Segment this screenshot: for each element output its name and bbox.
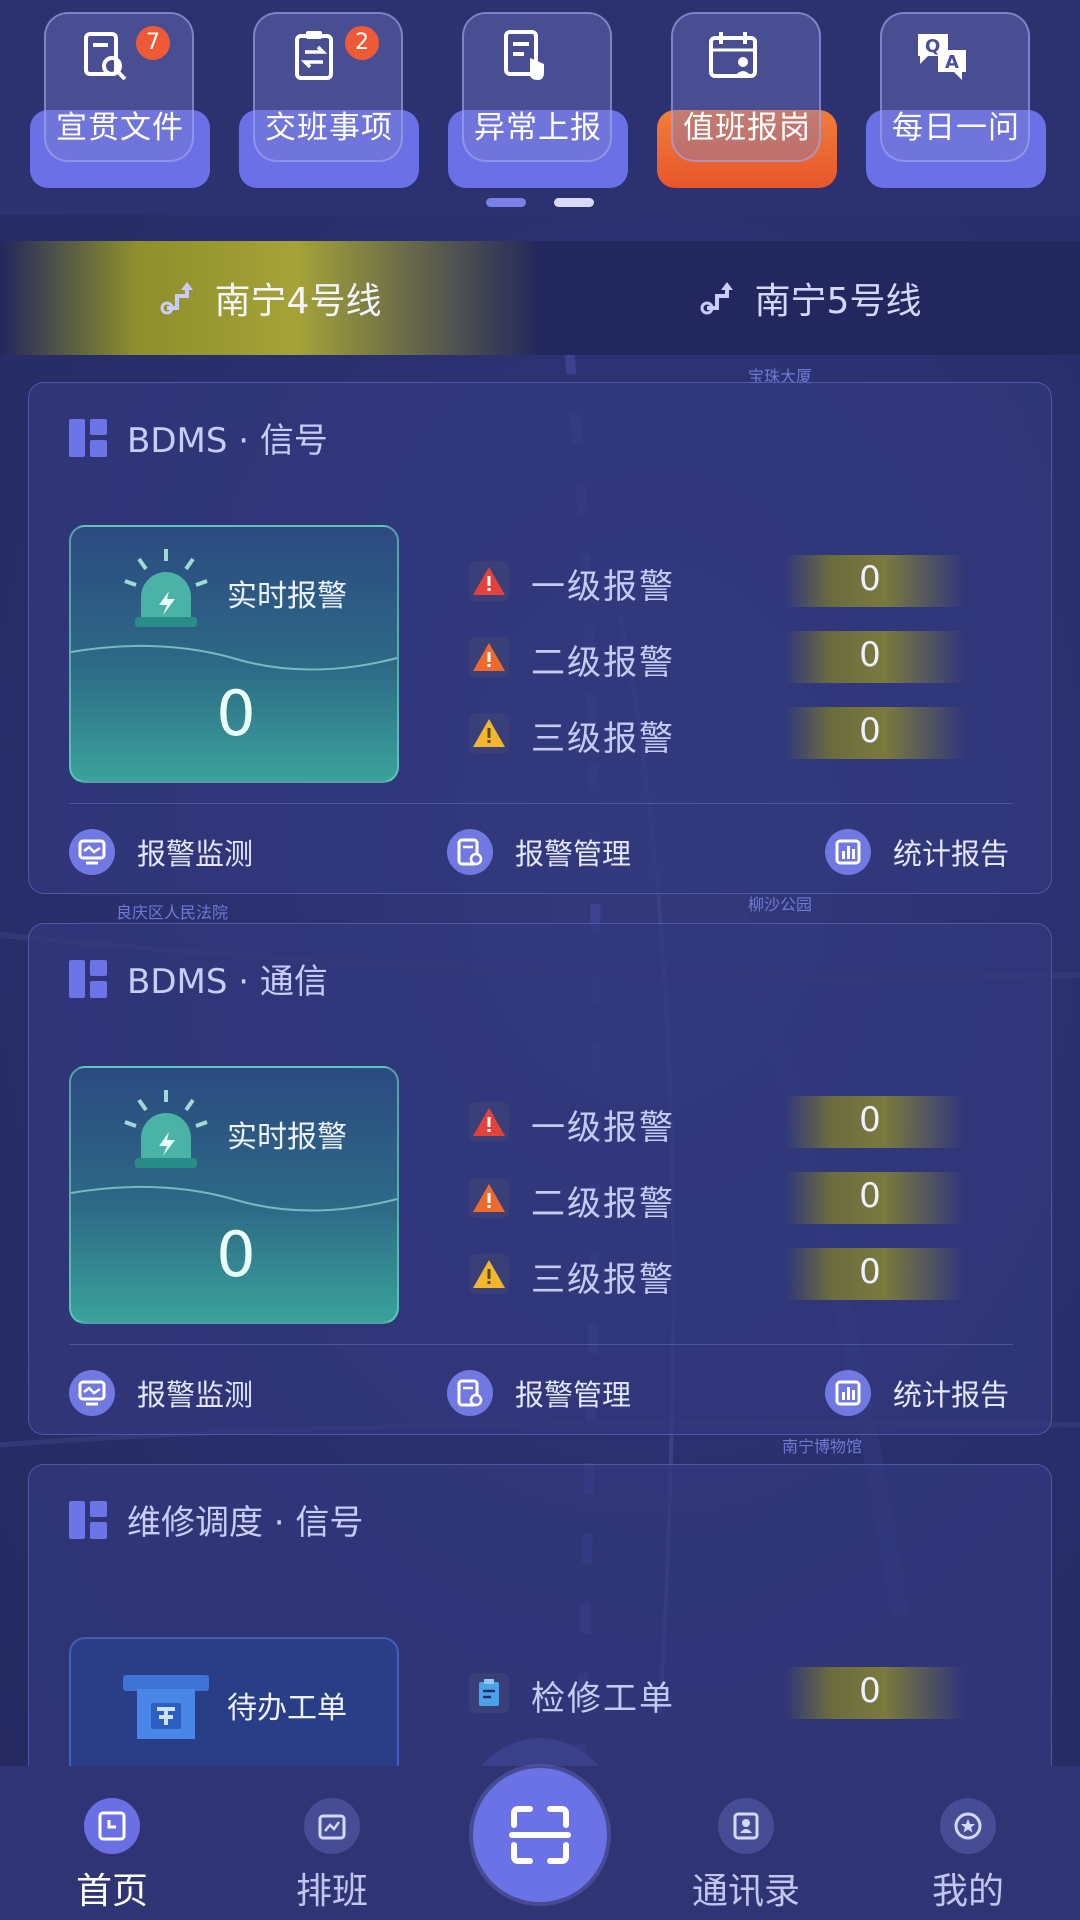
pending-work-order-label: 待办工单 bbox=[227, 1691, 347, 1726]
quick-action-daily-question[interactable]: Q A 每日一问 bbox=[866, 12, 1046, 188]
nav-profile[interactable]: 我的 bbox=[868, 1766, 1068, 1920]
alarm-management-button[interactable]: 报警管理 bbox=[447, 1362, 631, 1424]
alarm-level-count: 0 bbox=[859, 711, 881, 751]
tab-label: 南宁4号线 bbox=[214, 281, 382, 322]
nav-contacts[interactable]: 通讯录 bbox=[646, 1766, 846, 1920]
manage-doc-icon bbox=[447, 1370, 493, 1416]
quick-action-publicity-docs[interactable]: 7 宣贯文件 bbox=[30, 12, 210, 188]
quick-action-label: 值班报岗 bbox=[683, 110, 811, 146]
scan-button[interactable] bbox=[473, 1768, 607, 1902]
alarm-level-3-row[interactable]: 三级报警 0 bbox=[469, 703, 989, 763]
qa-bubble-icon: Q A bbox=[918, 34, 966, 80]
ticket-printer-icon bbox=[123, 1675, 209, 1739]
quick-actions-bar: 7 宣贯文件 2 交班事项 异常上报 值班报岗 Q A 每日一问 bbox=[0, 0, 1080, 215]
line-tabs: 南宁4号线 南宁5号线 bbox=[0, 241, 1080, 355]
card-title: 维修调度 · 信号 bbox=[127, 1503, 364, 1543]
warning-orange-icon bbox=[469, 637, 509, 677]
alarm-level-count: 0 bbox=[859, 559, 881, 599]
duty-calendar-icon bbox=[709, 32, 757, 78]
clipboard-swap-icon bbox=[295, 31, 333, 80]
alarm-level-label: 三级报警 bbox=[531, 719, 675, 759]
maintenance-order-count: 0 bbox=[859, 1671, 881, 1711]
contacts-icon bbox=[718, 1798, 774, 1854]
nav-schedule[interactable]: 排班 bbox=[232, 1766, 432, 1920]
alarm-level-2-row[interactable]: 二级报警 0 bbox=[469, 627, 989, 687]
tab-label: 南宁5号线 bbox=[754, 281, 922, 322]
svg-text:A: A bbox=[945, 52, 959, 73]
dashboard-grid-icon bbox=[69, 959, 107, 998]
tab-nanning-line-4[interactable]: 南宁4号线 bbox=[0, 241, 540, 355]
statistics-report-button[interactable]: 统计报告 bbox=[825, 1362, 1009, 1424]
notification-badge: 2 bbox=[345, 26, 379, 60]
warning-red-icon bbox=[469, 1102, 509, 1142]
route-icon bbox=[160, 282, 193, 315]
realtime-alarm-panel[interactable]: 实时报警 0 bbox=[69, 1066, 399, 1324]
profile-star-icon bbox=[940, 1798, 996, 1854]
bdms-signal-card: BDMS · 信号 实时报警 0 一级报警 0 二级报警 0 三级报警 0 报警… bbox=[28, 382, 1052, 894]
scan-icon bbox=[509, 1806, 571, 1864]
tab-nanning-line-5[interactable]: 南宁5号线 bbox=[540, 241, 1080, 355]
alarm-siren-icon bbox=[124, 549, 208, 627]
route-icon bbox=[700, 282, 733, 315]
statistics-report-button[interactable]: 统计报告 bbox=[825, 821, 1009, 883]
quick-action-anomaly-report[interactable]: 异常上报 bbox=[448, 12, 628, 188]
pager-dot bbox=[554, 198, 594, 207]
realtime-alarm-count: 0 bbox=[216, 1218, 256, 1291]
alarm-level-label: 一级报警 bbox=[531, 1108, 675, 1148]
notification-badge: 7 bbox=[136, 26, 170, 60]
realtime-alarm-count: 0 bbox=[216, 677, 256, 750]
realtime-alarm-label: 实时报警 bbox=[227, 579, 347, 614]
bar-chart-icon bbox=[825, 1370, 871, 1416]
alarm-level-count: 0 bbox=[859, 635, 881, 675]
quick-action-label: 异常上报 bbox=[474, 110, 602, 146]
map-label: 南宁博物馆 bbox=[782, 1437, 863, 1456]
nav-home[interactable]: 首页 bbox=[12, 1766, 212, 1920]
warning-yellow-icon bbox=[469, 713, 509, 753]
alarm-level-label: 一级报警 bbox=[531, 567, 675, 607]
card-title: BDMS · 信号 bbox=[127, 421, 328, 461]
alarm-level-3-row[interactable]: 三级报警 0 bbox=[469, 1244, 989, 1304]
dashboard-grid-icon bbox=[69, 418, 107, 457]
alarm-siren-icon bbox=[124, 1090, 208, 1168]
alarm-level-1-row[interactable]: 一级报警 0 bbox=[469, 1092, 989, 1152]
maintenance-order-row[interactable]: 检修工单 0 bbox=[469, 1663, 989, 1723]
realtime-alarm-label: 实时报警 bbox=[227, 1120, 347, 1155]
document-search-icon bbox=[84, 32, 127, 81]
alarm-management-button[interactable]: 报警管理 bbox=[447, 821, 631, 883]
manage-doc-icon bbox=[447, 829, 493, 875]
card-title: BDMS · 通信 bbox=[127, 962, 328, 1002]
schedule-chart-icon bbox=[304, 1798, 360, 1854]
monitor-icon bbox=[69, 1370, 115, 1416]
alarm-level-2-row[interactable]: 二级报警 0 bbox=[469, 1168, 989, 1228]
home-clock-icon bbox=[84, 1798, 140, 1854]
alarm-level-label: 三级报警 bbox=[531, 1260, 675, 1300]
map-label: 柳沙公园 bbox=[748, 895, 813, 914]
quick-action-label: 宣贯文件 bbox=[56, 110, 184, 146]
pager-dot-active bbox=[486, 198, 526, 207]
quick-action-label: 交班事项 bbox=[265, 110, 393, 146]
report-upload-icon bbox=[504, 30, 544, 80]
bar-chart-icon bbox=[825, 829, 871, 875]
warning-yellow-icon bbox=[469, 1254, 509, 1294]
warning-red-icon bbox=[469, 561, 509, 601]
quick-action-duty-check-in[interactable]: 值班报岗 bbox=[657, 12, 837, 188]
realtime-alarm-panel[interactable]: 实时报警 0 bbox=[69, 525, 399, 783]
quick-action-handover-items[interactable]: 2 交班事项 bbox=[239, 12, 419, 188]
warning-orange-icon bbox=[469, 1178, 509, 1218]
maintenance-order-label: 检修工单 bbox=[531, 1679, 675, 1719]
alarm-level-label: 二级报警 bbox=[531, 1184, 675, 1224]
dashboard-grid-icon bbox=[69, 1500, 107, 1539]
quick-action-label: 每日一问 bbox=[892, 110, 1020, 146]
alarm-level-label: 二级报警 bbox=[531, 643, 675, 683]
alarm-monitor-button[interactable]: 报警监测 bbox=[69, 821, 253, 883]
map-label: 良庆区人民法院 bbox=[116, 903, 229, 922]
alarm-level-count: 0 bbox=[859, 1100, 881, 1140]
monitor-icon bbox=[69, 829, 115, 875]
bdms-communication-card: BDMS · 通信 实时报警 0 一级报警 0 二级报警 0 三级报警 0 报警… bbox=[28, 923, 1052, 1435]
alarm-level-count: 0 bbox=[859, 1176, 881, 1216]
alarm-level-count: 0 bbox=[859, 1252, 881, 1292]
alarm-level-1-row[interactable]: 一级报警 0 bbox=[469, 551, 989, 611]
alarm-monitor-button[interactable]: 报警监测 bbox=[69, 1362, 253, 1424]
clipboard-list-icon bbox=[469, 1673, 509, 1713]
